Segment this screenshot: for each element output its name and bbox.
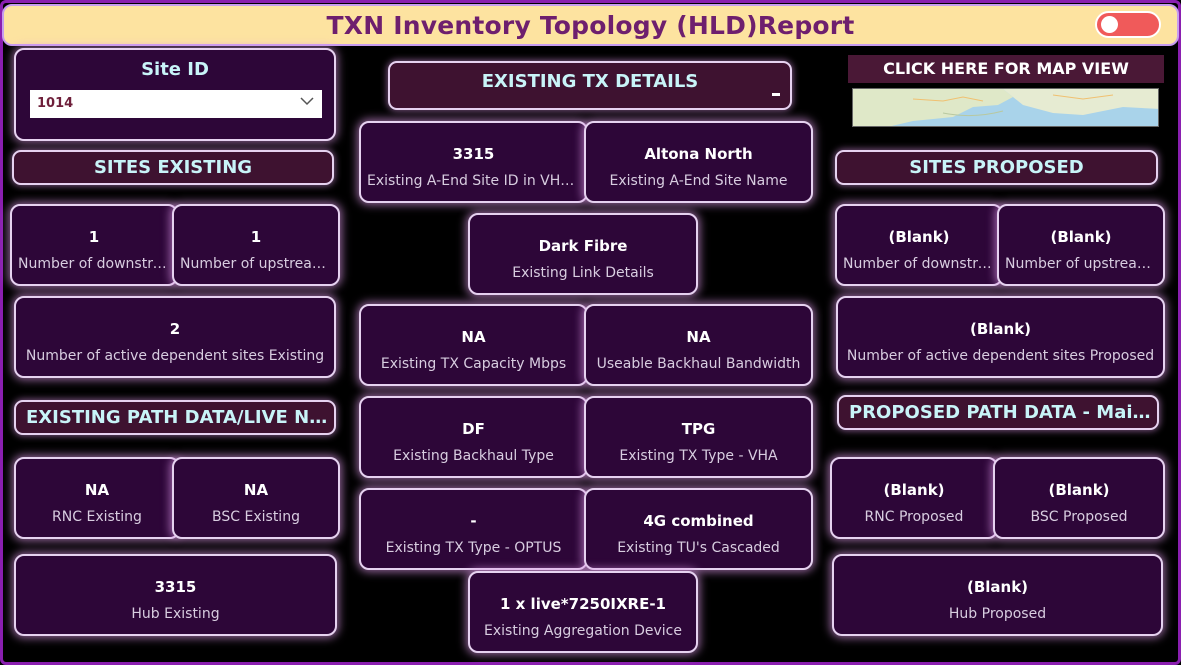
card-value: 3315: [452, 145, 495, 163]
card-active-dependent-proposed: (Blank) Number of active dependent sites…: [836, 296, 1165, 378]
card-value: 4G combined: [643, 512, 754, 530]
map-thumbnail[interactable]: [852, 88, 1159, 127]
card-value: Dark Fibre: [538, 237, 628, 255]
card-value: (Blank): [888, 228, 950, 246]
card-label: Number of active dependent sites Existin…: [25, 348, 325, 364]
card-hub-existing: 3315 Hub Existing: [14, 554, 337, 636]
header-text: EXISTING TX DETAILS: [481, 71, 699, 92]
card-aggregation-device: 1 x live*7250IXRE-1 Existing Aggregation…: [468, 571, 698, 653]
card-label: Existing TU's Cascaded: [617, 540, 780, 556]
card-value: (Blank): [1050, 228, 1112, 246]
card-label: Existing TX Type - OPTUS: [385, 540, 562, 556]
card-backhaul-bandwidth: NA Useable Backhaul Bandwidth: [584, 304, 813, 386]
dropdown-value: 1014: [37, 96, 74, 111]
card-backhaul-type: DF Existing Backhaul Type: [359, 396, 588, 478]
card-tx-capacity: NA Existing TX Capacity Mbps: [359, 304, 588, 386]
card-tx-type-vha: TPG Existing TX Type - VHA: [584, 396, 813, 478]
proposed-path-header: PROPOSED PATH DATA - Main Ba...: [837, 395, 1159, 430]
card-a-end-site-name: Altona North Existing A-End Site Name: [584, 121, 813, 203]
card-active-dependent-existing: 2 Number of active dependent sites Exist…: [14, 296, 336, 378]
report-title: TXN Inventory Topology (HLD)Report: [326, 11, 855, 40]
card-value: (Blank): [969, 320, 1032, 338]
card-label: Hub Proposed: [948, 606, 1047, 622]
card-downstream-proposed: (Blank) Number of downstre...: [835, 204, 1003, 286]
card-label: Existing Link Details: [512, 265, 654, 281]
site-id-slicer: Site ID 1014: [14, 48, 336, 141]
card-label: Existing Backhaul Type: [393, 448, 554, 464]
card-label: Number of downstre...: [843, 256, 995, 272]
card-upstream-existing: 1 Number of upstream...: [172, 204, 340, 286]
card-value: TPG: [681, 420, 716, 438]
toggle-knob: [1101, 16, 1118, 33]
card-value: Altona North: [644, 145, 753, 163]
card-label: Useable Backhaul Bandwidth: [596, 356, 801, 372]
card-value: NA: [243, 481, 269, 499]
card-value: (Blank): [883, 481, 945, 499]
card-downstream-existing: 1 Number of downstre...: [10, 204, 178, 286]
card-value: 1 x live*7250IXRE-1: [500, 595, 666, 613]
card-value: 1: [88, 228, 100, 246]
card-upstream-proposed: (Blank) Number of upstream...: [997, 204, 1165, 286]
sites-proposed-header: SITES PROPOSED: [835, 150, 1158, 185]
card-hub-proposed: (Blank) Hub Proposed: [832, 554, 1163, 636]
card-value: 3315: [154, 578, 197, 596]
card-value: NA: [686, 328, 711, 346]
card-label: Number of upstream...: [180, 256, 332, 272]
existing-path-header: EXISTING PATH DATA/LIVE NET...: [14, 400, 336, 435]
card-label: RNC Existing: [52, 509, 142, 525]
card-bsc-existing: NA BSC Existing: [172, 457, 340, 539]
card-link-details: Dark Fibre Existing Link Details: [468, 213, 698, 295]
card-bsc-proposed: (Blank) BSC Proposed: [993, 457, 1165, 539]
card-rnc-existing: NA RNC Existing: [14, 457, 180, 539]
existing-tx-details-header: EXISTING TX DETAILS: [388, 61, 792, 110]
title-bar: TXN Inventory Topology (HLD)Report: [2, 4, 1179, 46]
card-label: Number of downstre...: [18, 256, 170, 272]
card-tus-cascaded: 4G combined Existing TU's Cascaded: [584, 488, 813, 570]
card-label: Existing TX Capacity Mbps: [380, 356, 567, 372]
toggle-switch-icon[interactable]: [1095, 11, 1161, 38]
card-rnc-proposed: (Blank) RNC Proposed: [830, 457, 998, 539]
card-label: Existing TX Type - VHA: [619, 448, 778, 464]
card-value: NA: [84, 481, 110, 499]
card-label: Number of active dependent sites Propose…: [846, 348, 1155, 364]
card-value: NA: [461, 328, 486, 346]
map-view-button[interactable]: CLICK HERE FOR MAP VIEW: [848, 55, 1164, 83]
card-label: Number of upstream...: [1005, 256, 1157, 272]
card-value: DF: [462, 420, 485, 438]
card-label: Existing Aggregation Device: [484, 623, 682, 639]
card-a-end-site-id: 3315 Existing A-End Site ID in VHA ...: [359, 121, 588, 203]
site-id-dropdown[interactable]: 1014: [30, 90, 322, 118]
card-label: Hub Existing: [131, 606, 220, 622]
card-label: Existing A-End Site ID in VHA ...: [367, 173, 580, 189]
slicer-label: Site ID: [141, 59, 209, 80]
card-label: RNC Proposed: [864, 509, 964, 525]
card-value: 1: [250, 228, 262, 246]
card-value: (Blank): [966, 578, 1029, 596]
card-label: Existing A-End Site Name: [609, 173, 788, 189]
card-tx-type-optus: - Existing TX Type - OPTUS: [359, 488, 588, 570]
chevron-down-icon: [300, 97, 314, 106]
sites-existing-header: SITES EXISTING: [12, 150, 334, 185]
map-thumbnail-graphic: [853, 89, 1158, 126]
card-label: BSC Existing: [212, 509, 300, 525]
card-value: 2: [169, 320, 181, 338]
card-value: (Blank): [1048, 481, 1110, 499]
dash-mark: [772, 93, 780, 96]
card-label: BSC Proposed: [1030, 509, 1128, 525]
card-value: -: [470, 512, 477, 530]
